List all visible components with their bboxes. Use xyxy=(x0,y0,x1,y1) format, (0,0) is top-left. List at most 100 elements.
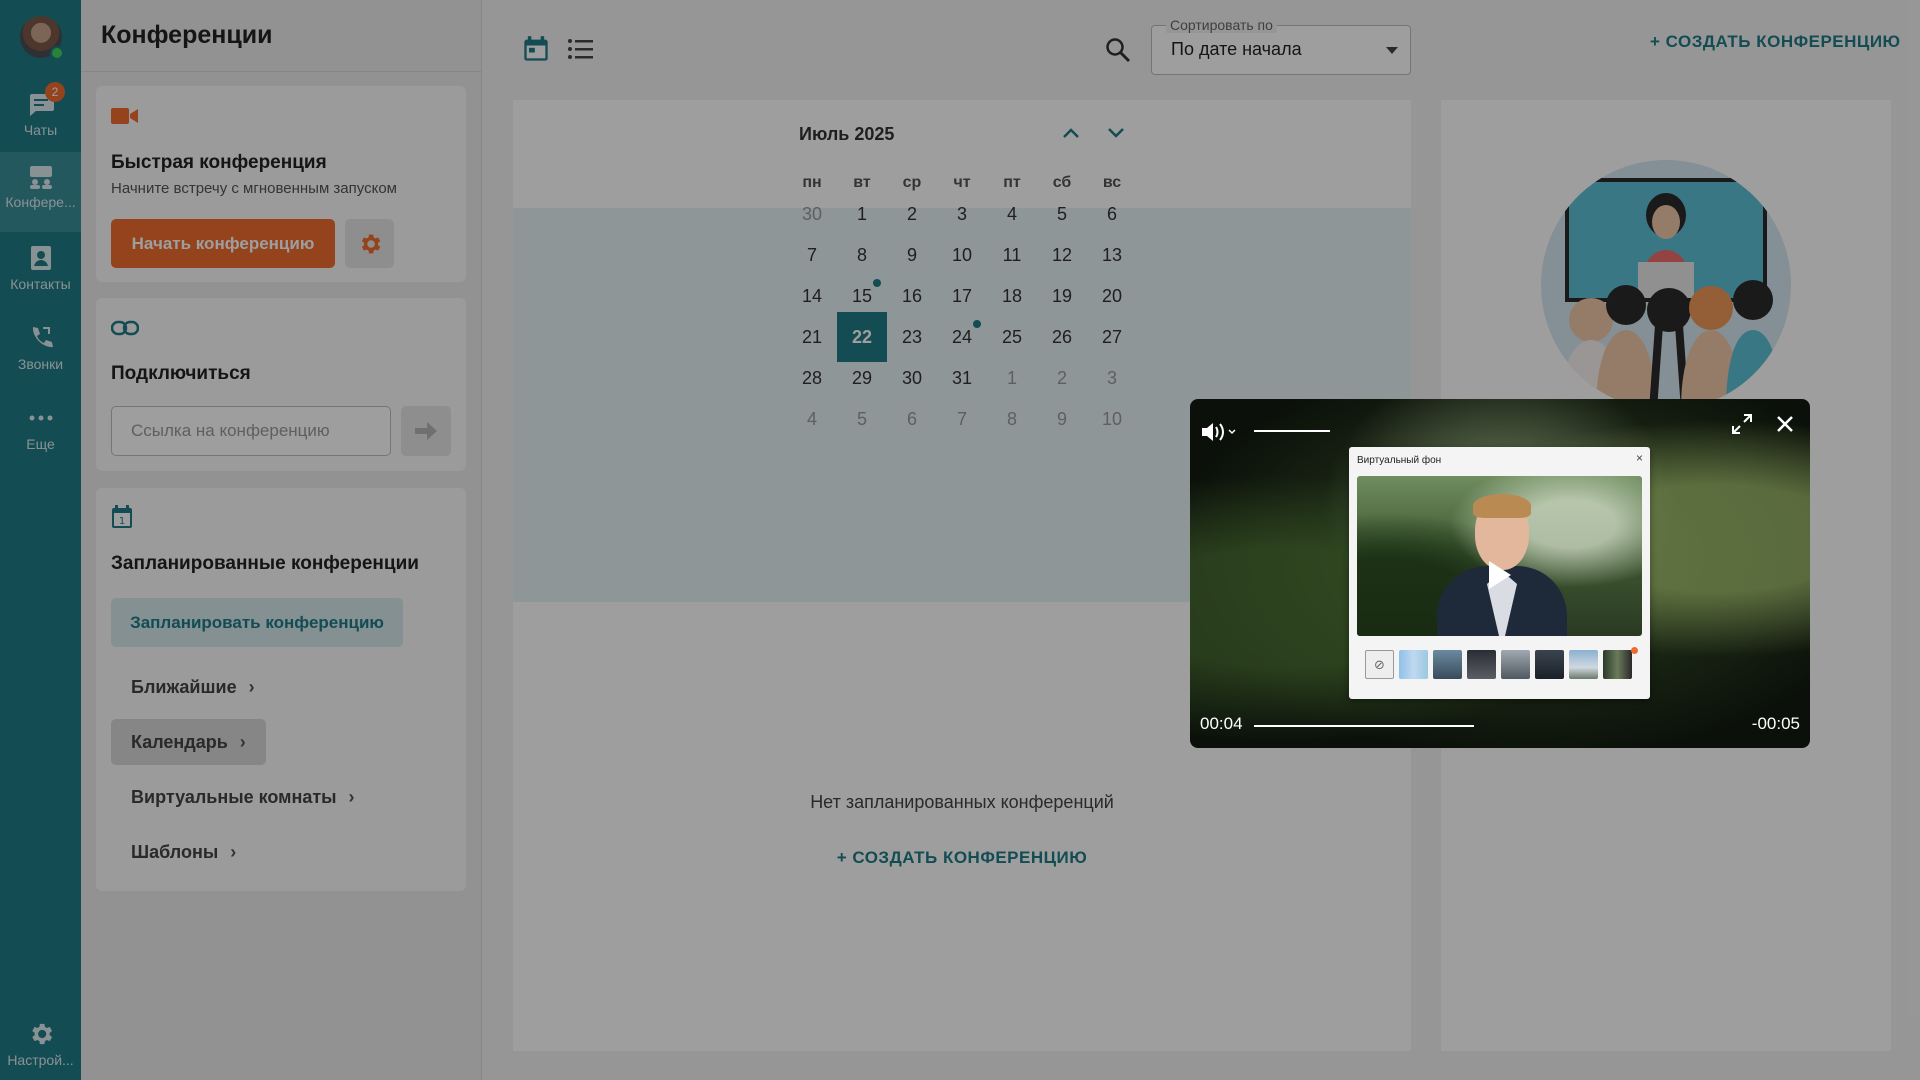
sort-label: Сортировать по xyxy=(1166,17,1277,33)
virtual-background-preview xyxy=(1357,476,1642,636)
create-conference-link[interactable]: + СОЗДАТЬ КОНФЕРЕНЦИЮ xyxy=(1650,32,1901,52)
rail-label-calls: Звонки xyxy=(17,356,64,372)
sort-value: По дате начала xyxy=(1171,39,1302,59)
conference-icon xyxy=(29,166,52,189)
gear-icon xyxy=(31,1023,52,1045)
more-icon xyxy=(29,415,52,421)
calendar-day-number: 24 xyxy=(951,326,973,347)
online-status-dot xyxy=(50,46,64,60)
page-title: Конференции xyxy=(101,21,273,49)
background-thumbnail[interactable] xyxy=(1433,650,1462,679)
calendar-day[interactable]: 6 xyxy=(887,394,937,444)
nav-calendar[interactable]: Календарь › xyxy=(111,719,266,765)
rail-item-settings[interactable]: Настрой... xyxy=(0,1010,81,1080)
phone-icon xyxy=(32,327,53,348)
scheduled-title: Запланированные конференции xyxy=(111,553,419,574)
list-view-icon[interactable] xyxy=(567,37,595,61)
remaining-time: -00:05 xyxy=(1751,714,1800,733)
vb-close-icon[interactable]: × xyxy=(1636,451,1643,465)
conference-link-input[interactable]: Ссылка на конференцию xyxy=(111,406,391,456)
elapsed-time: 00:04 xyxy=(1200,714,1243,733)
fullscreen-icon[interactable] xyxy=(1730,412,1754,436)
background-thumbnail[interactable] xyxy=(1501,650,1530,679)
nav-upcoming-label: Ближайшие xyxy=(131,676,237,697)
rail-item-more[interactable]: Еще xyxy=(0,392,81,472)
quick-conference-title: Быстрая конференция xyxy=(111,152,327,173)
volume-icon[interactable] xyxy=(1200,421,1236,443)
svg-text:1: 1 xyxy=(119,516,125,527)
rail-label-settings: Настрой... xyxy=(7,1052,74,1068)
calendar-view-icon[interactable] xyxy=(522,35,550,63)
sort-select[interactable]: Сортировать по По дате начала xyxy=(1151,17,1411,75)
chevron-right-icon: › xyxy=(230,841,237,862)
video-camera-icon xyxy=(111,108,138,124)
conference-settings-button[interactable] xyxy=(345,219,394,268)
rail-item-calls[interactable]: Звонки xyxy=(0,312,81,392)
background-thumbnail[interactable] xyxy=(1569,650,1598,679)
play-icon[interactable] xyxy=(1489,561,1511,589)
conferences-panel: Конференции Быстрая конференция Начните … xyxy=(81,0,482,1080)
chevron-down-icon xyxy=(1386,47,1398,54)
contacts-icon xyxy=(30,246,51,270)
nav-upcoming[interactable]: Ближайшие › xyxy=(111,664,275,710)
rail-label-conferences: Конфере... xyxy=(5,194,76,210)
quick-conference-subtitle: Начните встречу с мгновенным запуском xyxy=(111,180,397,197)
rail-item-contacts[interactable]: Контакты xyxy=(0,232,81,312)
calendar-day[interactable]: 9 xyxy=(1037,394,1087,444)
conference-illustration xyxy=(1541,160,1791,410)
event-marker xyxy=(973,320,981,328)
chevron-right-icon: › xyxy=(248,676,255,697)
video-player[interactable]: Виртуальный фон × ⊘ 00:04 -00:05 xyxy=(1190,399,1810,748)
background-thumbnail[interactable] xyxy=(1535,650,1564,679)
connect-card: Подключиться Ссылка на конференцию xyxy=(96,298,466,471)
connect-title: Подключиться xyxy=(111,363,251,384)
gear-icon xyxy=(361,234,380,253)
background-thumbnail-selected[interactable] xyxy=(1603,650,1632,679)
divider xyxy=(81,71,481,72)
join-button[interactable] xyxy=(401,406,451,456)
scheduled-card: 1 Запланированные конференции Запланиров… xyxy=(96,488,466,891)
chevron-right-icon: › xyxy=(348,786,355,807)
chats-unread-badge: 2 xyxy=(45,82,65,102)
background-thumbnails: ⊘ xyxy=(1365,650,1632,679)
event-marker xyxy=(873,279,881,287)
calendar-day[interactable]: 4 xyxy=(787,394,837,444)
nav-virtual-rooms-label: Виртуальные комнаты xyxy=(131,786,337,807)
create-conference-link-bottom[interactable]: + СОЗДАТЬ КОНФЕРЕНЦИЮ xyxy=(513,848,1411,868)
chevron-up-icon[interactable] xyxy=(1061,126,1081,140)
nav-virtual-rooms[interactable]: Виртуальные комнаты › xyxy=(111,774,375,820)
calendar-day[interactable]: 7 xyxy=(937,394,987,444)
rail-label-more: Еще xyxy=(26,436,55,452)
calendar-day[interactable]: 5 xyxy=(837,394,887,444)
search-icon[interactable] xyxy=(1105,37,1131,63)
nav-templates-label: Шаблоны xyxy=(131,841,219,862)
calendar-icon: 1 xyxy=(112,505,132,528)
selected-indicator xyxy=(1631,647,1638,654)
rail-item-conferences[interactable]: Конфере... xyxy=(0,152,81,232)
calendar-month-title: Июль 2025 xyxy=(799,124,895,144)
volume-slider[interactable] xyxy=(1254,430,1330,432)
chevron-down-icon[interactable] xyxy=(1106,126,1126,140)
virtual-background-window: Виртуальный фон × ⊘ xyxy=(1349,447,1650,699)
calendar-day[interactable]: 8 xyxy=(987,394,1037,444)
nav-templates[interactable]: Шаблоны › xyxy=(111,829,256,875)
virtual-background-title: Виртуальный фон xyxy=(1357,455,1442,466)
rail-item-chats[interactable]: Чаты xyxy=(0,80,81,160)
background-thumbnail[interactable] xyxy=(1399,650,1428,679)
rail-label-chats: Чаты xyxy=(23,122,58,138)
calendar-day[interactable]: 10 xyxy=(1087,394,1137,444)
background-thumbnail[interactable] xyxy=(1467,650,1496,679)
quick-conference-card: Быстрая конференция Начните встречу с мг… xyxy=(96,86,466,282)
close-icon[interactable] xyxy=(1776,415,1794,433)
no-background-icon[interactable]: ⊘ xyxy=(1365,650,1394,679)
chevron-right-icon: › xyxy=(239,731,246,752)
schedule-conference-button[interactable]: Запланировать конференцию xyxy=(111,598,403,647)
avatar[interactable] xyxy=(20,16,64,60)
rail-label-contacts: Контакты xyxy=(10,276,71,292)
link-icon xyxy=(111,320,139,336)
empty-state-message: Нет запланированных конференций xyxy=(810,792,1114,812)
start-conference-button[interactable]: Начать конференцию xyxy=(111,219,335,268)
seek-bar[interactable] xyxy=(1254,725,1474,727)
person-hair xyxy=(1473,494,1531,518)
arrow-right-icon xyxy=(415,422,437,440)
